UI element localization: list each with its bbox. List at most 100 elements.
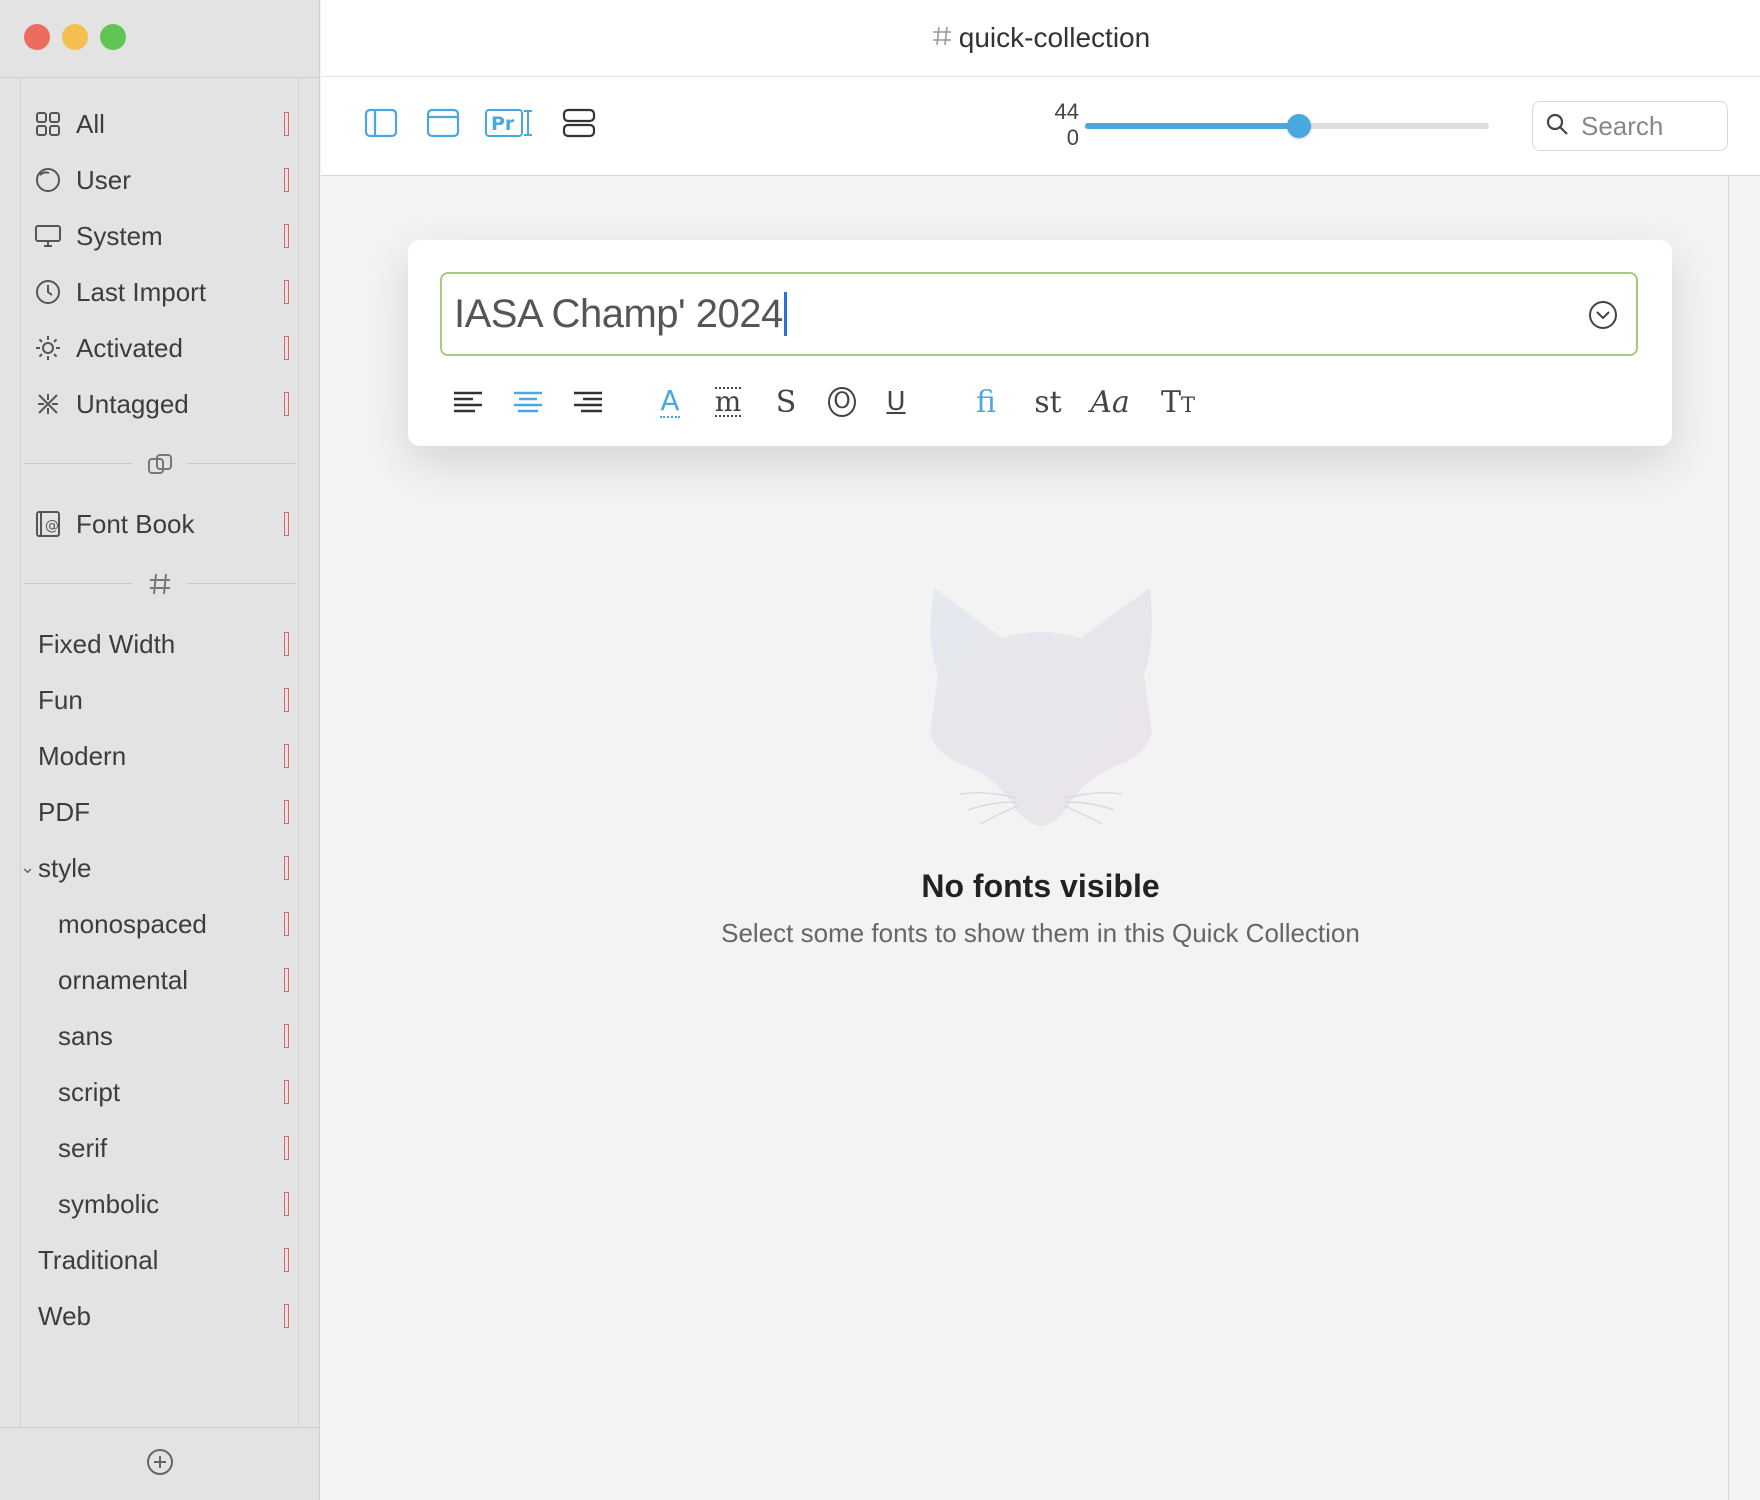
sidebar-tag-style[interactable]: ⌄ style: [0, 840, 319, 896]
sidebar-tag-pdf[interactable]: PDF: [0, 784, 319, 840]
count-marker: [284, 112, 289, 136]
search-field[interactable]: [1532, 101, 1728, 151]
hash-icon[interactable]: [136, 571, 183, 597]
count-marker: [284, 1248, 289, 1272]
display-icon: [34, 222, 62, 250]
toolbar: Pr 44 0: [321, 77, 1760, 176]
stylistic-s-icon[interactable]: S: [766, 382, 806, 422]
count-marker: [284, 800, 289, 824]
sidebar-item-font-book[interactable]: @ Font Book: [0, 496, 319, 552]
baseline-glyph: m: [714, 385, 742, 418]
window-controls: [24, 24, 126, 50]
count-marker: [284, 912, 289, 936]
chevron-down-icon[interactable]: ⌄: [20, 857, 35, 878]
sample-text-panel: IASA Champ' 2024 A m S O U fi st Aa Tt: [408, 240, 1672, 446]
sidebar-item-label: Web: [38, 1300, 91, 1331]
sidebar-item-last-import[interactable]: Last Import: [0, 264, 319, 320]
sidebar-item-untagged[interactable]: Untagged: [0, 376, 319, 432]
sample-text-field[interactable]: IASA Champ' 2024: [440, 272, 1638, 356]
sidebar-item-label: Traditional: [38, 1244, 159, 1275]
small-caps-icon[interactable]: Tt: [1158, 382, 1198, 422]
sidebar-item-label: sans: [58, 1020, 113, 1051]
sidebar-tag-monospaced[interactable]: monospaced: [0, 896, 319, 952]
font-count-value: 0: [1066, 125, 1079, 150]
count-marker: [284, 744, 289, 768]
sidebar-item-label: PDF: [38, 796, 90, 827]
align-left-icon[interactable]: [448, 382, 488, 422]
sidebar-footer: [0, 1427, 319, 1500]
count-marker: [284, 336, 289, 360]
sidebar-item-activated[interactable]: Activated: [0, 320, 319, 376]
count-marker: [284, 168, 289, 192]
size-counter[interactable]: 44 0: [1009, 99, 1079, 151]
sidebar-top-separator: [0, 77, 319, 78]
sidebar-item-label: Untagged: [76, 388, 189, 419]
empty-state-title: No fonts visible: [921, 868, 1160, 904]
window-view-button[interactable]: [415, 91, 471, 159]
sidebar-tag-script[interactable]: script: [0, 1064, 319, 1120]
preview-text-button[interactable]: Pr: [479, 91, 543, 159]
sidebar-item-label: Fixed Width: [38, 628, 176, 659]
sidebar-tag-modern[interactable]: Modern: [0, 728, 319, 784]
chevron-down-circle-icon[interactable]: [1588, 300, 1618, 330]
sidebar-toggle-icon: [364, 108, 398, 143]
tracking-icon[interactable]: A: [650, 382, 690, 422]
sidebar-item-label: Activated: [76, 332, 183, 363]
close-button[interactable]: [24, 24, 50, 50]
swash-icon[interactable]: Aa: [1090, 382, 1130, 422]
list-view-button[interactable]: [551, 91, 607, 159]
align-right-icon[interactable]: [568, 382, 608, 422]
sidebar-tag-serif[interactable]: serif: [0, 1120, 319, 1176]
sidebar-tag-sans[interactable]: sans: [0, 1008, 319, 1064]
sidebar-item-label: All: [76, 108, 105, 139]
count-marker: [284, 224, 289, 248]
sidebar-item-system[interactable]: System: [0, 208, 319, 264]
sidebar-item-all[interactable]: All: [0, 96, 319, 152]
sidebar-list: All User System Last Import Activated Un…: [0, 96, 319, 1344]
swash-glyph: Aa: [1090, 384, 1130, 420]
size-slider[interactable]: [1085, 114, 1489, 138]
sidebar-tag-symbolic[interactable]: symbolic: [0, 1176, 319, 1232]
st-ligature-icon[interactable]: st: [1028, 382, 1068, 422]
count-marker: [284, 856, 289, 880]
empty-state-subtitle: Select some fonts to show them in this Q…: [721, 918, 1360, 948]
count-marker: [284, 1024, 289, 1048]
baseline-icon[interactable]: m: [708, 382, 748, 422]
link-icon[interactable]: [135, 450, 184, 478]
slider-knob[interactable]: [1287, 114, 1312, 138]
sidebar-item-label: serif: [58, 1132, 108, 1163]
sidebar-tag-web[interactable]: Web: [0, 1288, 319, 1344]
zoom-button[interactable]: [100, 24, 126, 50]
minimize-button[interactable]: [62, 24, 88, 50]
sidebar-tag-fun[interactable]: Fun: [0, 672, 319, 728]
slider-fill: [1085, 123, 1300, 129]
count-marker: [284, 688, 289, 712]
sidebar-tag-ornamental[interactable]: ornamental: [0, 952, 319, 1008]
content-edge: [1728, 176, 1729, 1500]
sidebar-toggle-button[interactable]: [353, 91, 409, 159]
sidebar-item-label: Font Book: [76, 508, 195, 539]
sidebar-item-label: monospaced: [58, 908, 207, 939]
grid-icon: [34, 110, 62, 138]
collections-divider: [0, 432, 319, 496]
sidebar: All User System Last Import Activated Un…: [0, 0, 320, 1500]
preview-text-icon: Pr: [484, 107, 538, 144]
text-caret: [783, 292, 787, 336]
sidebar-tag-traditional[interactable]: Traditional: [0, 1232, 319, 1288]
sidebar-tag-fixed-width[interactable]: Fixed Width: [0, 616, 319, 672]
align-center-icon[interactable]: [508, 382, 548, 422]
underline-icon[interactable]: U: [876, 382, 916, 422]
sidebar-item-user[interactable]: User: [0, 152, 319, 208]
search-input[interactable]: [1579, 109, 1723, 143]
user-icon: [34, 166, 62, 194]
sidebar-item-label: Fun: [38, 684, 83, 715]
count-marker: [284, 1080, 289, 1104]
svg-text:Pr: Pr: [491, 113, 515, 135]
sidebar-item-label: script: [58, 1076, 121, 1107]
ordinal-icon[interactable]: O: [822, 382, 862, 422]
title-bar: quick-collection: [321, 0, 1760, 77]
at-book-icon: @: [34, 510, 62, 538]
add-circle-icon[interactable]: [146, 1448, 174, 1481]
sidebar-item-label: Last Import: [76, 276, 207, 307]
ligature-icon[interactable]: fi: [966, 382, 1006, 422]
